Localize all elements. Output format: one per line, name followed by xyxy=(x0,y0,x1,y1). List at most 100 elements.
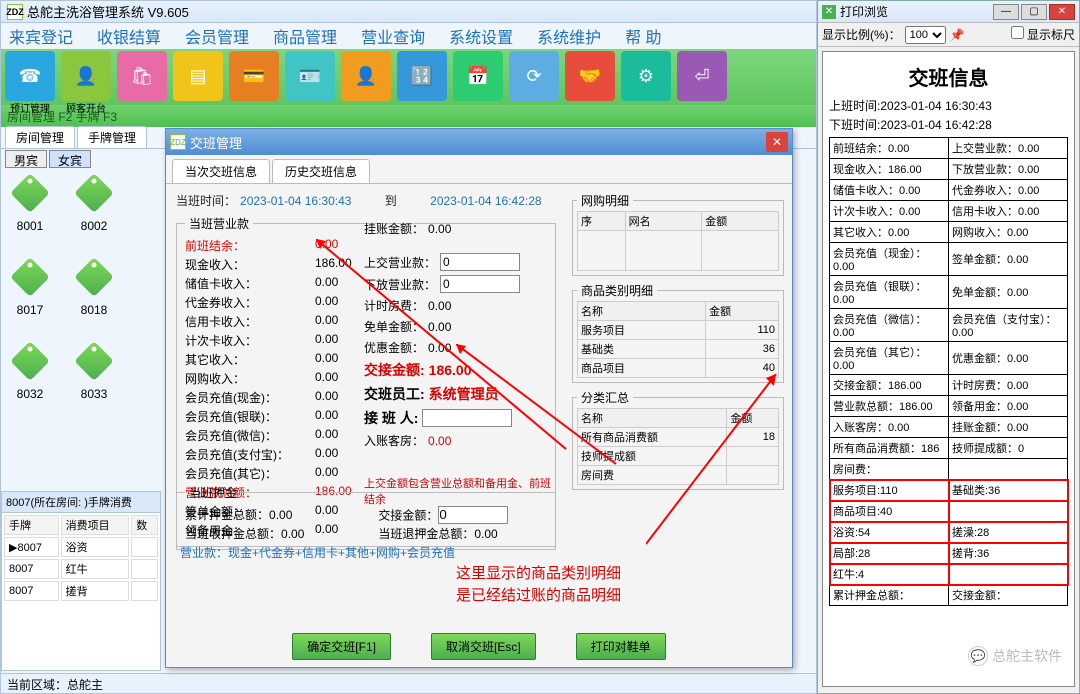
menu-help[interactable]: 帮 助 xyxy=(625,24,661,48)
dialog-close-button[interactable]: ✕ xyxy=(766,132,788,152)
kv-row: 会员充值(支付宝)：0.00 xyxy=(185,445,355,464)
pin-icon[interactable]: 📌 xyxy=(950,28,965,42)
tab-current-shift[interactable]: 当次交班信息 xyxy=(172,159,270,183)
scale-select[interactable]: 100 xyxy=(905,26,946,44)
online-purchase-detail: 网购明细 序网名金额 xyxy=(572,192,784,276)
table-row[interactable]: 所有商品消费额18 xyxy=(578,428,779,447)
preview-cell: 下放营业款：0.00 xyxy=(949,159,1068,180)
kv-row: 前班结余：0.00 xyxy=(185,236,355,255)
toolbar-btn-4[interactable]: ▤ xyxy=(173,51,223,101)
table-row[interactable]: 房间费 xyxy=(578,466,779,485)
table-row[interactable]: 8007搓背 xyxy=(4,581,158,601)
preview-cell: 会员充值（银联）：0.00 xyxy=(830,276,949,309)
close-button[interactable]: ✕ xyxy=(1049,4,1075,20)
menu-system-settings[interactable]: 系统设置 xyxy=(449,24,513,48)
preview-cell: 交接金额： xyxy=(949,585,1068,606)
minimize-button[interactable]: — xyxy=(993,4,1019,20)
preview-cell: 红牛:4 xyxy=(830,564,949,585)
tab-room-manage[interactable]: 房间管理 xyxy=(5,126,75,148)
show-ruler-checkbox[interactable] xyxy=(1011,26,1024,39)
kv-row: 会员充值(微信)：0.00 xyxy=(185,426,355,445)
preview-cell: 基础类:36 xyxy=(949,480,1068,501)
tag-item[interactable]: 8018 xyxy=(69,263,119,317)
toolbar-open-table[interactable]: 👤顾客开台 xyxy=(61,51,111,101)
tab-female[interactable]: 女宾 xyxy=(49,150,91,168)
toolbar-btn-5[interactable]: 💳 xyxy=(229,51,279,101)
shift-start-time: 2023-01-04 16:30:43 xyxy=(240,194,351,208)
kv-row: 会员充值(现金)：0.00 xyxy=(185,388,355,407)
confirm-shift-button[interactable]: 确定交班[F1] xyxy=(292,633,391,660)
tag-item[interactable]: 8032 xyxy=(5,347,55,401)
preview-cell: 搓背:36 xyxy=(949,543,1068,564)
toolbar-btn-12[interactable]: ⚙ xyxy=(621,51,671,101)
tab-male[interactable]: 男宾 xyxy=(5,150,47,168)
product-category-detail: 商品类别明细 名称金额 服务项目110 基础类36 商品项目40 xyxy=(572,282,784,383)
toolbar-btn-9[interactable]: 📅 xyxy=(453,51,503,101)
tag-icon xyxy=(10,341,50,381)
sub-toolbar: 房间管理 F2 手牌 F3 xyxy=(1,105,816,127)
toolbar-btn-7[interactable]: 👤 xyxy=(341,51,391,101)
preview-cell: 储值卡收入：0.00 xyxy=(830,180,949,201)
tab-tag-manage[interactable]: 手牌管理 xyxy=(77,126,147,148)
chart-icon: ▤ xyxy=(184,62,212,90)
handover-up-input[interactable] xyxy=(440,253,520,271)
table-row[interactable]: 基础类36 xyxy=(578,340,779,359)
kv-row: 会员充值(其它)：0.00 xyxy=(185,464,355,483)
menubar: 来宾登记 收银结算 会员管理 商品管理 营业查询 系统设置 系统维护 帮 助 xyxy=(1,23,816,49)
preview-cell: 商品项目:40 xyxy=(830,501,949,522)
person-add-icon: 👤 xyxy=(72,62,100,90)
preview-titlebar[interactable]: ✕打印浏览 — ▢ ✕ xyxy=(818,1,1079,23)
dialog-titlebar[interactable]: ZDZ交班管理 ✕ xyxy=(166,129,792,155)
print-shoe-button[interactable]: 打印对鞋单 xyxy=(576,633,666,660)
preview-heading: 交班信息 xyxy=(829,62,1068,91)
preview-toolbar: 显示比例(%)： 100 📌 显示标尺 xyxy=(818,23,1079,47)
table-row[interactable]: 服务项目110 xyxy=(578,321,779,340)
successor-input[interactable] xyxy=(422,409,512,427)
cancel-shift-button[interactable]: 取消交班[Esc] xyxy=(431,633,536,660)
preview-start-time: 上班时间:2023-01-04 16:30:43 xyxy=(829,97,1068,114)
preview-cell: 代金券收入：0.00 xyxy=(949,180,1068,201)
preview-cell: 签单金额：0.00 xyxy=(949,243,1068,276)
kv-row: 会员充值(银联)：0.00 xyxy=(185,407,355,426)
preview-cell: 上交营业款：0.00 xyxy=(949,138,1068,159)
preview-cell: 其它收入：0.00 xyxy=(830,222,949,243)
toolbar-btn-10[interactable]: ⟳ xyxy=(509,51,559,101)
preview-cell: 入账客房：0.00 xyxy=(830,417,949,438)
toolbar-btn-8[interactable]: 🔢 xyxy=(397,51,447,101)
table-row[interactable]: 技师提成额 xyxy=(578,447,779,466)
kv-row: 其它收入：0.00 xyxy=(185,350,355,369)
toolbar-btn-13[interactable]: ⏎ xyxy=(677,51,727,101)
menu-cashier[interactable]: 收银结算 xyxy=(97,24,161,48)
tag-item[interactable]: 8002 xyxy=(69,179,119,233)
menu-guest-checkin[interactable]: 来宾登记 xyxy=(9,24,73,48)
tag-icon xyxy=(74,341,114,381)
table-row[interactable]: 商品项目40 xyxy=(578,359,779,378)
preview-app-icon: ✕ xyxy=(822,5,836,19)
toolbar-reservation[interactable]: ☎预订管理 xyxy=(5,51,55,101)
handover-down-input[interactable] xyxy=(440,275,520,293)
menu-member[interactable]: 会员管理 xyxy=(185,24,249,48)
table-row[interactable]: ▶8007浴资 xyxy=(4,537,158,557)
preview-page[interactable]: 交班信息 上班时间:2023-01-04 16:30:43 下班时间:2023-… xyxy=(822,51,1075,687)
table-row[interactable]: 8007红牛 xyxy=(4,559,158,579)
tag-item[interactable]: 8033 xyxy=(69,347,119,401)
tag-item[interactable]: 8017 xyxy=(5,263,55,317)
refresh-icon: ⟳ xyxy=(520,62,548,90)
category-summary: 分类汇总 名称金额 所有商品消费额18 技师提成额 房间费 xyxy=(572,389,784,490)
toolbar-btn-6[interactable]: 🪪 xyxy=(285,51,335,101)
tag-item[interactable]: 8001 xyxy=(5,179,55,233)
toolbar-btn-3[interactable]: 🛍 xyxy=(117,51,167,101)
print-preview-window: ✕打印浏览 — ▢ ✕ 显示比例(%)： 100 📌 显示标尺 交班信息 上班时… xyxy=(817,0,1080,694)
menu-business-query[interactable]: 营业查询 xyxy=(361,24,425,48)
group-legend: 当班营业款 xyxy=(185,215,253,232)
preview-cell: 计时房费：0.00 xyxy=(949,375,1068,396)
shopping-icon: 🛍 xyxy=(128,62,156,90)
maximize-button[interactable]: ▢ xyxy=(1021,4,1047,20)
deposit-handover-input[interactable] xyxy=(438,506,508,524)
menu-system-maint[interactable]: 系统维护 xyxy=(537,24,601,48)
tab-history-shift[interactable]: 历史交班信息 xyxy=(272,159,370,183)
dialog-body: 当班时间：2023-01-04 16:30:43 到 2023-01-04 16… xyxy=(166,184,792,670)
toolbar-btn-11[interactable]: 🤝 xyxy=(565,51,615,101)
preview-cell: 累计押金总额： xyxy=(830,585,949,606)
menu-product[interactable]: 商品管理 xyxy=(273,24,337,48)
